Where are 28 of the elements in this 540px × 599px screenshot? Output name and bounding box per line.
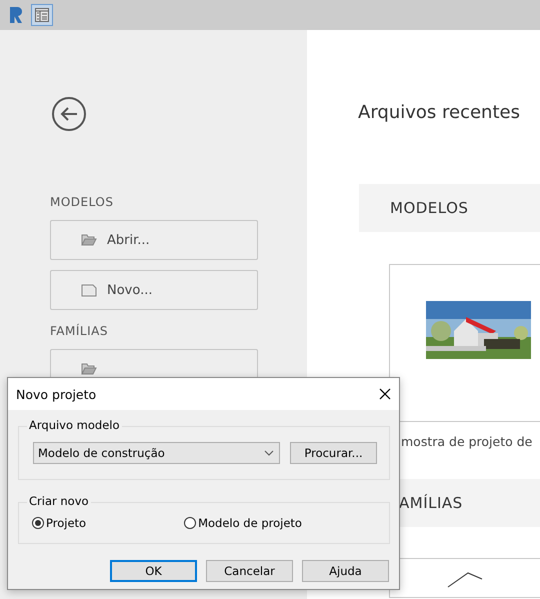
- app-logo-icon[interactable]: [9, 6, 23, 24]
- dialog-title: Novo projeto: [16, 386, 96, 402]
- folder-icon: [81, 363, 97, 375]
- radio-option[interactable]: Projeto: [32, 516, 86, 530]
- open-button[interactable]: Abrir...: [50, 220, 258, 260]
- section-header: MODELOS: [359, 184, 540, 232]
- radio-option[interactable]: Modelo de projeto: [184, 516, 302, 530]
- close-icon: [379, 388, 391, 400]
- folder-icon: [81, 234, 97, 246]
- page-title: Arquivos recentes: [358, 102, 521, 123]
- dialog-button[interactable]: OK: [110, 560, 197, 582]
- file-card[interactable]: [389, 264, 540, 422]
- group-label: Arquivo modelo: [27, 418, 122, 432]
- section-title: MODELOS: [50, 195, 114, 209]
- back-icon[interactable]: [51, 96, 87, 132]
- panel-toggle-button[interactable]: [31, 4, 53, 26]
- panel-icon: [35, 8, 49, 22]
- template-dropdown[interactable]: Modelo de construção: [33, 442, 280, 464]
- group-label: Criar novo: [27, 494, 91, 508]
- dialog-button[interactable]: Ajuda: [302, 560, 389, 582]
- dialog-button[interactable]: Cancelar: [206, 560, 293, 582]
- document-icon: [81, 284, 97, 296]
- section-title: FAMÍLIAS: [50, 324, 109, 338]
- new-button[interactable]: Novo...: [50, 270, 258, 310]
- browse-button[interactable]: Procurar...: [290, 442, 377, 464]
- close-button[interactable]: [379, 388, 391, 400]
- chevron-down-icon: [264, 450, 274, 456]
- file-caption: mostra de projeto de: [401, 433, 534, 451]
